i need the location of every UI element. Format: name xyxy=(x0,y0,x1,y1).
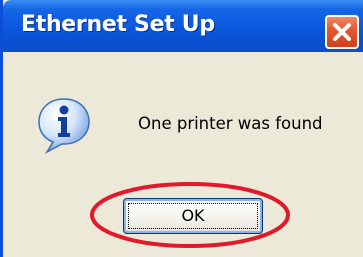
ok-button-label: OK xyxy=(181,206,205,225)
window-title: Ethernet Set Up xyxy=(21,12,215,37)
close-icon xyxy=(333,23,351,41)
close-button[interactable] xyxy=(325,15,359,49)
dialog-window: Ethernet Set Up One printer was found OK xyxy=(0,0,363,257)
message-text: One printer was found xyxy=(138,114,323,133)
info-icon xyxy=(38,98,90,154)
ok-button[interactable]: OK xyxy=(123,198,263,234)
title-bar[interactable]: Ethernet Set Up xyxy=(3,0,363,52)
